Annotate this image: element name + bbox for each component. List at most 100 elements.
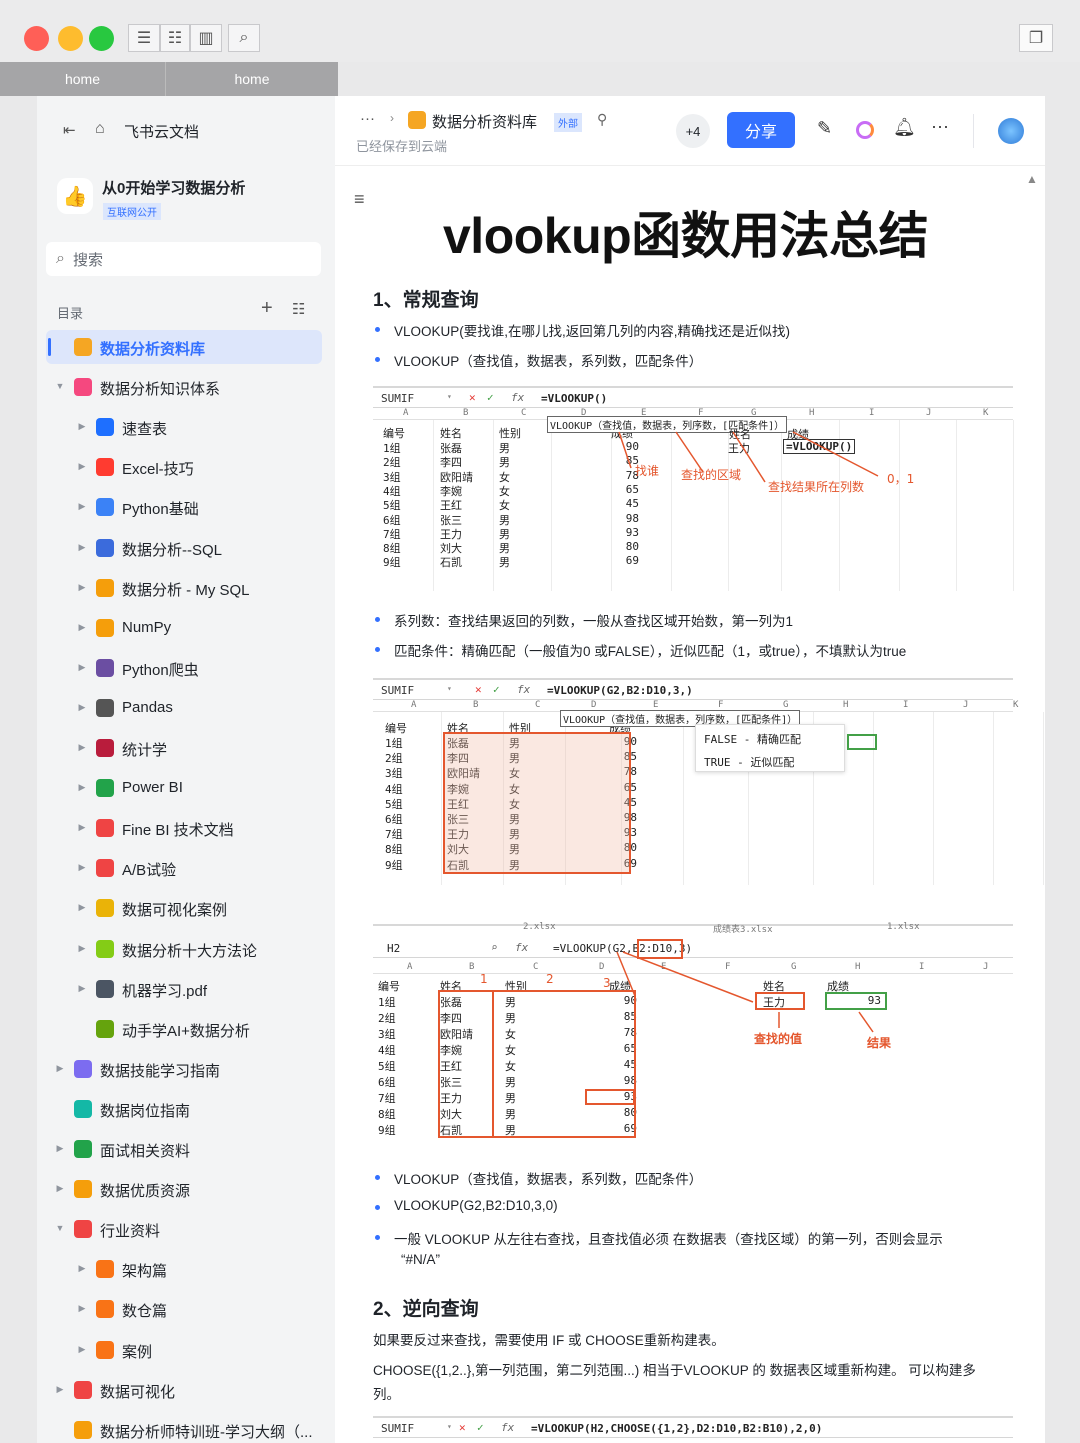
ai-assistant-icon[interactable] (856, 121, 874, 139)
window-restore-icon[interactable]: ❐ (1019, 24, 1053, 52)
home-icon[interactable]: ⌂ (95, 120, 105, 138)
sidebar-item[interactable]: ▶ 数据可视化案例 (37, 891, 327, 925)
sidebar-item[interactable]: ▶ 架构篇 (37, 1252, 327, 1286)
chevron-right-icon[interactable]: ▶ (76, 461, 88, 472)
minimize-window-button[interactable] (58, 26, 83, 51)
doc-breadcrumb-title[interactable]: 数据分析资料库 (432, 111, 537, 132)
sidebar-item[interactable]: ▶ 案例 (37, 1333, 327, 1367)
sidebar-item[interactable]: ▶ Python基础 (37, 490, 327, 524)
sidebar-item[interactable]: ▶ 统计学 (37, 731, 327, 765)
tab-home-2[interactable]: home (166, 62, 338, 96)
collaborators-more-button[interactable]: +4 (676, 114, 710, 148)
chevron-right-icon[interactable]: ▶ (76, 421, 88, 432)
chevron-right-icon[interactable]: ▶ (76, 1263, 88, 1274)
excel-screenshot-3: 2.xlsx 成绩表3.xlsx 1.xlsx H2 ⌕ fx =VLOOKUP(G2,B2… (373, 922, 1013, 1138)
table-header: 姓名 (440, 427, 462, 440)
sidebar-item[interactable]: ▶ 数据分析 - My SQL (37, 571, 327, 605)
chevron-down-icon[interactable]: ▼ (54, 381, 66, 391)
fx-icon: fx (515, 941, 529, 954)
bell-icon[interactable]: 🔔︎ (893, 117, 916, 138)
table-cell: 78 (625, 468, 639, 482)
sidebar-item[interactable]: ▶ 数仓篇 (37, 1292, 327, 1326)
share-button[interactable]: 分享 (727, 112, 795, 148)
chevron-right-icon[interactable]: ▶ (54, 1063, 66, 1074)
chevron-right-icon[interactable]: ▶ (76, 501, 88, 512)
chevron-right-icon[interactable]: ▶ (76, 542, 88, 553)
chevron-right-icon[interactable]: ▶ (76, 983, 88, 994)
sidebar-item[interactable]: ▶ Fine BI 技术文档 (37, 811, 327, 845)
map-view-icon[interactable]: ▥ (190, 24, 222, 52)
edit-icon[interactable]: ✎ (817, 118, 832, 139)
doc-icon (74, 378, 92, 397)
space-title[interactable]: 从0开始学习数据分析 (102, 177, 245, 198)
doc-icon (96, 979, 114, 998)
chevron-right-icon[interactable]: ▶ (76, 1303, 88, 1314)
column-letter: J (963, 700, 969, 710)
tab-home-1[interactable]: home (0, 62, 166, 96)
breadcrumb-more[interactable]: ··· (360, 110, 375, 127)
grid-line (433, 420, 434, 591)
sidebar-item[interactable]: ▶ 数据优质资源 (37, 1172, 327, 1206)
toc-settings-icon[interactable]: ☷ (292, 300, 305, 318)
sidebar-item[interactable]: ▶ 速查表 (37, 410, 327, 444)
brand-name[interactable]: 飞书云文档 (124, 121, 199, 142)
sidebar-item[interactable]: 动手学AI+数据分析 (37, 1012, 327, 1046)
chevron-right-icon[interactable]: ▶ (76, 1344, 88, 1355)
sidebar-item[interactable]: ▶ Python爬虫 (37, 651, 327, 685)
sidebar-item-label: 数据岗位指南 (100, 1102, 191, 1120)
sidebar-item[interactable]: ▼ 行业资料 (37, 1212, 327, 1246)
bullet-text: 匹配条件：精确匹配（一般值为0 或FALSE），近似匹配（1，或true），不填… (374, 640, 906, 660)
zoom-window-button[interactable] (89, 26, 114, 51)
close-window-button[interactable] (24, 26, 49, 51)
chevron-right-icon[interactable]: ▶ (76, 782, 88, 793)
sidebar-item[interactable]: ▶ A/B试验 (37, 851, 327, 885)
chevron-right-icon[interactable]: ▶ (76, 862, 88, 873)
search-icon[interactable]: ⌕ (228, 24, 260, 52)
file-tab: 1.xlsx (887, 922, 920, 932)
excel-screenshot-1: SUMIF ▾ ✕ ✓ fx =VLOOKUP() A B C D E F G H I J K 编号 姓名 性别 成绩 1… (373, 386, 1014, 591)
more-icon[interactable]: ··· (931, 116, 949, 137)
chevron-down-icon[interactable]: ▼ (54, 1223, 66, 1233)
sidebar-item[interactable]: ▶ Pandas (37, 691, 327, 725)
list-view-icon[interactable]: ☰ (128, 24, 160, 52)
chevron-right-icon[interactable]: ▶ (76, 622, 88, 633)
chevron-right-icon[interactable]: ▶ (76, 662, 88, 673)
chevron-right-icon[interactable]: ▶ (76, 902, 88, 913)
column-letter: H (809, 408, 815, 418)
sidebar-item[interactable]: ▶ 数据分析十大方法论 (37, 932, 327, 966)
chevron-right-icon[interactable]: ▶ (54, 1384, 66, 1395)
sidebar-item[interactable]: ▶ Excel-技巧 (37, 450, 327, 484)
pin-icon[interactable]: ⚲ (597, 111, 607, 128)
sidebar-item[interactable]: 数据分析师特训班-学习大纲（... (37, 1413, 327, 1443)
chevron-right-icon[interactable]: ▶ (54, 1143, 66, 1154)
chevron-right-icon[interactable]: ▶ (76, 582, 88, 593)
chevron-right-icon[interactable]: ▶ (76, 822, 88, 833)
lookup-name-value: 王力 (763, 996, 785, 1009)
sidebar-item[interactable]: ▶ 机器学习.pdf (37, 972, 327, 1006)
sidebar-item[interactable]: ▼ 数据分析知识体系 (37, 370, 327, 404)
chevron-right-icon[interactable]: ▶ (76, 742, 88, 753)
sidebar-item[interactable]: ▶ 面试相关资料 (37, 1132, 327, 1166)
name-box: SUMIF (381, 684, 415, 697)
collaborators-count: +4 (685, 123, 701, 139)
collapse-sidebar-icon[interactable]: ⇤ (63, 121, 76, 139)
chevron-right-icon[interactable]: ▶ (54, 1183, 66, 1194)
scroll-up-icon[interactable]: ▲ (1026, 172, 1038, 186)
chevron-right-icon[interactable]: ▶ (76, 702, 88, 713)
outline-view-icon[interactable]: ☷ (160, 24, 190, 52)
column-letter: F (718, 700, 724, 710)
outline-icon[interactable]: ≡ (354, 189, 365, 210)
search-input[interactable]: ⌕ 搜索 (46, 242, 321, 276)
user-avatar[interactable] (998, 118, 1024, 144)
sidebar-item[interactable]: 数据岗位指南 (37, 1092, 327, 1126)
sidebar-item[interactable]: ▶ 数据技能学习指南 (37, 1052, 327, 1086)
sidebar-item[interactable]: 数据分析资料库 (46, 330, 322, 364)
formula-text: =VLOOKUP(H2,CHOOSE({1,2},D2:D10,B2:B10),… (531, 1422, 823, 1435)
sidebar-item[interactable]: ▶ 数据可视化 (37, 1373, 327, 1407)
doc-icon (74, 1180, 92, 1199)
add-icon[interactable]: + (261, 297, 273, 320)
chevron-right-icon[interactable]: ▶ (76, 943, 88, 954)
sidebar-item[interactable]: ▶ 数据分析--SQL (37, 531, 327, 565)
sidebar-item[interactable]: ▶ Power BI (37, 771, 327, 805)
sidebar-item[interactable]: ▶ NumPy (37, 611, 327, 645)
